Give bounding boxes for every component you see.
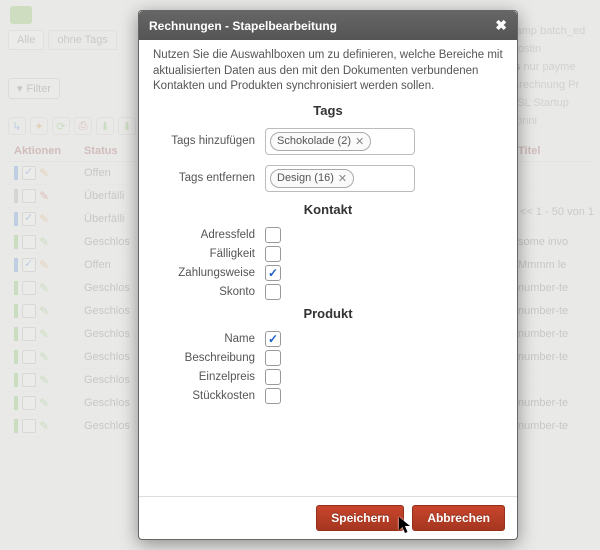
einzelpreis-checkbox[interactable] (265, 369, 281, 385)
name-label: Name (153, 333, 265, 345)
section-kontakt-title: Kontakt (153, 202, 503, 217)
section-produkt-title: Produkt (153, 306, 503, 321)
chip-remove-0[interactable]: Design (16) ✕ (270, 169, 354, 188)
modal-intro: Nutzen Sie die Auswahlboxen um zu defini… (153, 48, 503, 95)
tags-add-label: Tags hinzufügen (153, 135, 265, 147)
stueckkosten-checkbox[interactable] (265, 388, 281, 404)
skonto-label: Skonto (153, 286, 265, 298)
modal-footer: Speichern Abbrechen (139, 496, 517, 539)
skonto-checkbox[interactable] (265, 284, 281, 300)
faelligkeit-checkbox[interactable] (265, 246, 281, 262)
zahlungsweise-label: Zahlungsweise (153, 267, 265, 279)
modal-header: Rechnungen - Stapelbearbeitung ✖ (139, 11, 517, 40)
chip-remove-0-remove-icon[interactable]: ✕ (338, 172, 347, 185)
faelligkeit-label: Fälligkeit (153, 248, 265, 260)
zahlungsweise-checkbox[interactable] (265, 265, 281, 281)
stueckkosten-label: Stückkosten (153, 390, 265, 402)
chip-add-0-label: Schokolade (2) (277, 135, 351, 147)
chip-add-0[interactable]: Schokolade (2) ✕ (270, 132, 371, 151)
close-icon[interactable]: ✖ (495, 17, 507, 34)
adressfeld-checkbox[interactable] (265, 227, 281, 243)
adressfeld-label: Adressfeld (153, 229, 265, 241)
tags-add-input[interactable]: Schokolade (2) ✕ (265, 128, 415, 155)
chip-add-0-remove-icon[interactable]: ✕ (355, 135, 364, 148)
beschreibung-label: Beschreibung (153, 352, 265, 364)
modal-title: Rechnungen - Stapelbearbeitung (149, 19, 337, 33)
tags-remove-label: Tags entfernen (153, 172, 265, 184)
einzelpreis-label: Einzelpreis (153, 371, 265, 383)
save-button[interactable]: Speichern (316, 505, 404, 531)
name-checkbox[interactable] (265, 331, 281, 347)
chip-remove-0-label: Design (16) (277, 172, 334, 184)
beschreibung-checkbox[interactable] (265, 350, 281, 366)
cancel-button[interactable]: Abbrechen (412, 505, 505, 531)
batch-edit-modal: Rechnungen - Stapelbearbeitung ✖ Nutzen … (138, 10, 518, 540)
tags-remove-input[interactable]: Design (16) ✕ (265, 165, 415, 192)
section-tags-title: Tags (153, 103, 503, 118)
